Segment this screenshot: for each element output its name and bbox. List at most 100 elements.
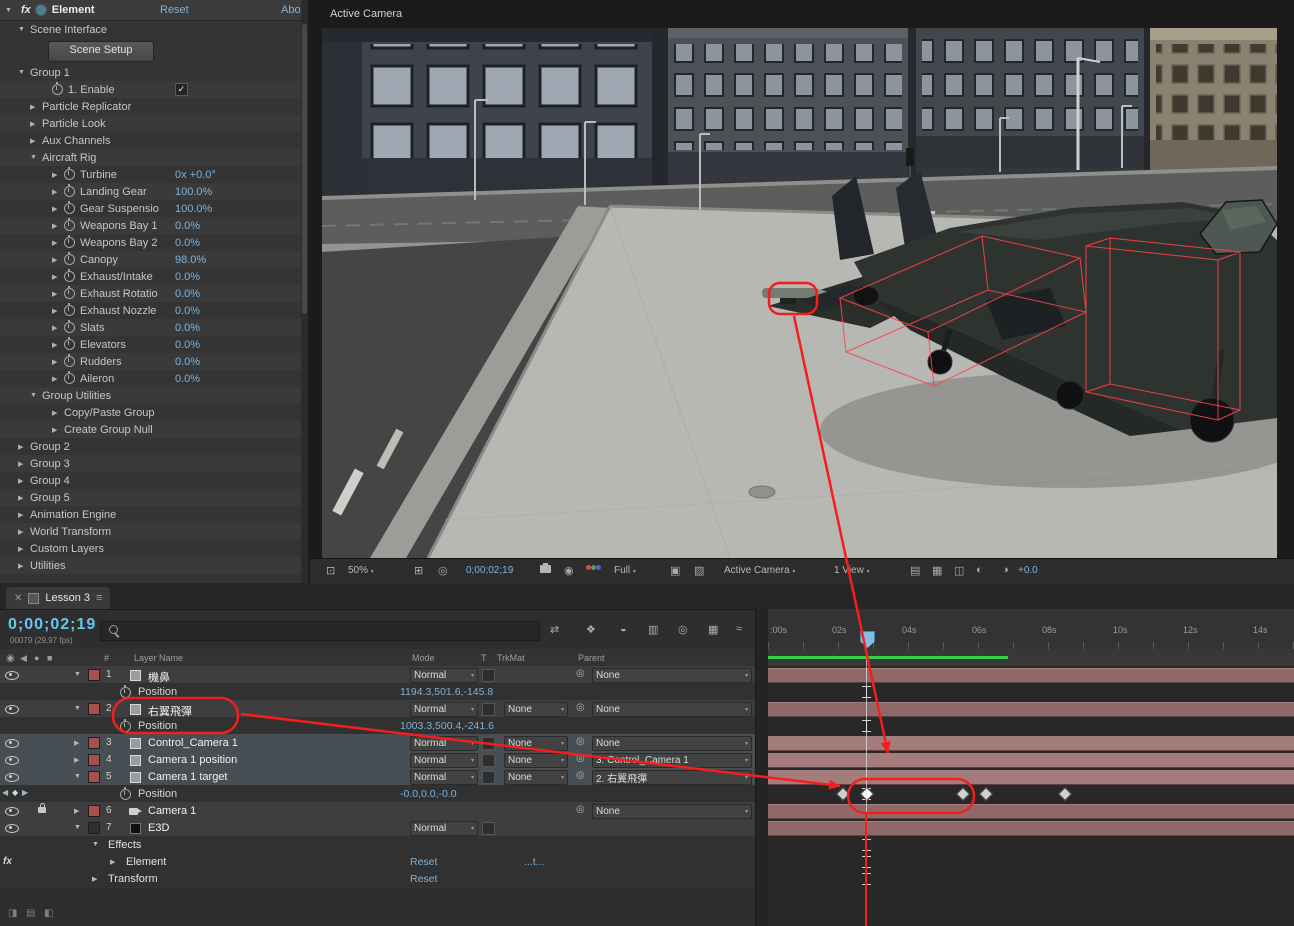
- expand-render-time-icon[interactable]: ▤: [26, 908, 35, 919]
- trkmat-dropdown[interactable]: None ▾: [504, 770, 568, 785]
- group-3-row[interactable]: ▶ Group 3: [0, 455, 308, 472]
- layer-twirl[interactable]: ▼: [74, 671, 81, 678]
- property-value[interactable]: -0.0,0.0,-0.0: [400, 788, 457, 800]
- parent-pickwhip-icon[interactable]: ◎: [576, 736, 585, 747]
- frame-blending-icon[interactable]: ▥: [648, 623, 658, 636]
- stopwatch-icon[interactable]: [64, 269, 75, 282]
- mode-dropdown[interactable]: Normal ▾: [410, 821, 478, 836]
- column-layer-name[interactable]: Layer Name: [134, 653, 183, 663]
- param-value[interactable]: 0.0%: [175, 339, 200, 351]
- particle-replicator-row[interactable]: ▶ Particle Replicator: [0, 98, 308, 115]
- layer-name[interactable]: Camera 1 target: [148, 771, 227, 783]
- transparency-grid-icon[interactable]: ▨: [694, 564, 704, 577]
- lock-icon[interactable]: [38, 803, 46, 813]
- effects-group-label[interactable]: Effects: [108, 839, 141, 851]
- layer-bar-5[interactable]: [768, 770, 1294, 785]
- t-switch[interactable]: [482, 754, 495, 767]
- parent-dropdown[interactable]: None ▾: [592, 668, 752, 683]
- keyframe-diamond[interactable]: [978, 786, 994, 802]
- create-group-null-row[interactable]: ▶ Create Group Null: [0, 421, 308, 438]
- rig-param-rudders[interactable]: ▶ Rudders 0.0%: [0, 353, 308, 370]
- parent-pickwhip-icon[interactable]: ◎: [576, 668, 585, 679]
- timeline-search-input[interactable]: [100, 621, 540, 641]
- scene-setup-button[interactable]: Scene Setup: [48, 41, 154, 62]
- layer-row-1[interactable]: ▼ 1 機鼻 Normal ▾ ◎ None ▾: [0, 666, 755, 684]
- label-color-chip[interactable]: [88, 822, 100, 834]
- param-value[interactable]: 100.0%: [175, 186, 212, 198]
- element-effect-label[interactable]: Element: [126, 856, 166, 868]
- timeline-graph-area[interactable]: :00s 02s 04s 06s 08s 10s 12s 14s: [768, 609, 1294, 926]
- visibility-toggle[interactable]: [5, 807, 19, 816]
- particle-look-row[interactable]: ▶ Particle Look: [0, 115, 308, 132]
- flowchart-icon[interactable]: ◐: [976, 564, 983, 576]
- layer-twirl[interactable]: ▼: [74, 773, 81, 780]
- world-transform-row[interactable]: ▶ World Transform: [0, 523, 308, 540]
- visibility-toggle[interactable]: [5, 705, 19, 714]
- utilities-row[interactable]: ▶ Utilities: [0, 557, 308, 574]
- t-switch[interactable]: [482, 669, 495, 682]
- param-value[interactable]: 0.0%: [175, 356, 200, 368]
- mode-dropdown[interactable]: Normal ▾: [410, 668, 478, 683]
- transform-group-row[interactable]: ▶ Transform Reset: [0, 870, 755, 888]
- exposure-value[interactable]: +0.0: [1018, 565, 1038, 576]
- layer-row-7[interactable]: ▼ 7 E3D Normal ▾: [0, 819, 755, 837]
- stopwatch-icon[interactable]: [64, 303, 75, 316]
- group-twirl[interactable]: ▼: [92, 841, 99, 848]
- show-snapshot-icon[interactable]: ◉: [564, 564, 574, 577]
- layer-twirl[interactable]: ▶: [74, 756, 79, 764]
- stopwatch-icon[interactable]: [120, 787, 131, 800]
- parent-dropdown[interactable]: None ▾: [592, 736, 752, 751]
- previous-keyframe-icon[interactable]: ◀: [2, 788, 8, 797]
- layer-bar-6[interactable]: [768, 804, 1294, 819]
- layer-twirl[interactable]: ▼: [74, 705, 81, 712]
- column-t[interactable]: T: [481, 653, 487, 663]
- motion-blur-icon[interactable]: ◎: [678, 623, 688, 636]
- param-value[interactable]: 0.0%: [175, 237, 200, 249]
- layer-bar-7[interactable]: [768, 821, 1294, 836]
- element-about-link[interactable]: ...t...: [524, 856, 544, 868]
- rig-param-canopy[interactable]: ▶ Canopy 98.0%: [0, 251, 308, 268]
- snapshot-icon[interactable]: [540, 563, 551, 573]
- property-name[interactable]: Position: [138, 720, 177, 732]
- rig-param-exhaust-intake[interactable]: ▶ Exhaust/Intake 0.0%: [0, 268, 308, 285]
- parent-pickwhip-icon[interactable]: ◎: [576, 702, 585, 713]
- panel-menu-icon[interactable]: ≡: [96, 592, 102, 604]
- position-property-row-5[interactable]: ◀ ◆ ▶ Position -0.0,0.0,-0.0: [0, 785, 755, 803]
- effect-reset-link[interactable]: Reset: [160, 4, 189, 16]
- view-layout-dropdown[interactable]: 1 View ▾: [834, 565, 870, 576]
- magnification-dropdown[interactable]: 50% ▾: [348, 565, 374, 576]
- rig-param-slats[interactable]: ▶ Slats 0.0%: [0, 319, 308, 336]
- stopwatch-icon[interactable]: [64, 201, 75, 214]
- label-color-chip[interactable]: [88, 805, 100, 817]
- parent-pickwhip-icon[interactable]: ◎: [576, 804, 585, 815]
- param-value[interactable]: 0.0%: [175, 373, 200, 385]
- aux-channels-row[interactable]: ▶ Aux Channels: [0, 132, 308, 149]
- visibility-toggle[interactable]: [5, 824, 19, 833]
- rig-param-gear-suspension[interactable]: ▶ Gear Suspensio 100.0%: [0, 200, 308, 217]
- label-color-chip[interactable]: [88, 771, 100, 783]
- group-1-row[interactable]: ▼ Group 1: [0, 64, 308, 81]
- position-property-row-2[interactable]: Position 1003.3,500.4,-241.6: [0, 717, 755, 735]
- group-utilities-row[interactable]: ▼ Group Utilities: [0, 387, 308, 404]
- scrollbar[interactable]: [301, 0, 308, 583]
- param-value[interactable]: 100.0%: [175, 203, 212, 215]
- layer-bar-3[interactable]: [768, 736, 1294, 751]
- toggle-switches-modes-icon[interactable]: ◧: [44, 908, 53, 919]
- mask-visibility-icon[interactable]: ◎: [438, 564, 448, 577]
- grid-guides-icon[interactable]: ⊞: [414, 564, 423, 577]
- exposure-icon[interactable]: ◑: [1002, 564, 1009, 576]
- fast-previews-icon[interactable]: ▦: [932, 564, 942, 577]
- aircraft-rig-row[interactable]: ▼ Aircraft Rig: [0, 149, 308, 166]
- stopwatch-icon[interactable]: [64, 286, 75, 299]
- expand-in-out-columns-icon[interactable]: ◨: [8, 908, 17, 919]
- param-value[interactable]: 98.0%: [175, 254, 206, 266]
- layer-twirl[interactable]: ▼: [74, 824, 81, 831]
- rig-param-exhaust-rotation[interactable]: ▶ Exhaust Rotatio 0.0%: [0, 285, 308, 302]
- label-color-chip[interactable]: [88, 669, 100, 681]
- keyframe-diamond[interactable]: [955, 786, 971, 802]
- label-color-chip[interactable]: [88, 754, 100, 766]
- rig-param-weapons-bay-1[interactable]: ▶ Weapons Bay 1 0.0%: [0, 217, 308, 234]
- rig-param-elevators[interactable]: ▶ Elevators 0.0%: [0, 336, 308, 353]
- stopwatch-icon[interactable]: [120, 685, 131, 698]
- region-of-interest-icon[interactable]: ▣: [670, 564, 680, 577]
